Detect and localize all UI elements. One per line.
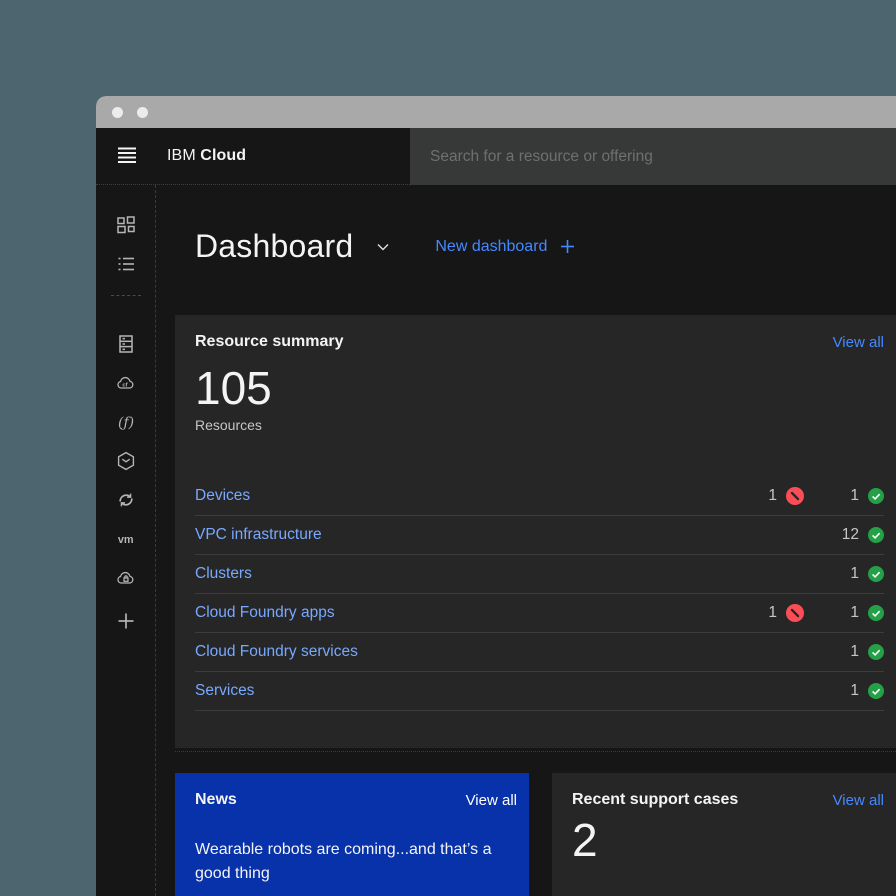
table-row: Cloud Foundry services 1 <box>195 633 884 672</box>
active-count: 1 <box>850 604 859 622</box>
bottom-cards-row: News View all Wearable robots are coming… <box>175 773 896 896</box>
kubernetes-icon[interactable] <box>116 451 136 471</box>
header-brand-area: IBM Cloud <box>96 128 410 185</box>
sidebar-divider <box>111 295 141 296</box>
resource-link-clusters[interactable]: Clusters <box>195 565 804 583</box>
table-row: VPC infrastructure 12 <box>195 516 884 555</box>
support-case-count: 2 <box>572 817 884 863</box>
app-header: IBM Cloud <box>96 128 896 185</box>
brand-bold: Cloud <box>200 147 246 164</box>
success-status-icon <box>868 488 884 504</box>
page-title-row: Dashboard New dashboard <box>175 228 896 265</box>
active-stat: 1 <box>804 643 884 661</box>
servers-icon[interactable] <box>116 334 136 354</box>
svg-text:vm: vm <box>117 534 133 546</box>
resource-summary-card: Resource summary View all 105 Resources … <box>175 315 896 748</box>
browser-titlebar <box>96 96 896 128</box>
failed-count: 1 <box>768 487 777 505</box>
new-dashboard-link[interactable]: New dashboard <box>435 238 547 256</box>
browser-window: IBM Cloud cf <box>96 96 896 896</box>
failed-count: 1 <box>768 604 777 622</box>
vpc-secure-cloud-icon[interactable] <box>116 568 136 588</box>
resource-summary-view-all-link[interactable]: View all <box>833 334 884 351</box>
brand-prefix: IBM <box>167 147 196 164</box>
active-count: 1 <box>850 643 859 661</box>
success-status-icon <box>868 644 884 660</box>
failed-status-icon <box>786 604 804 622</box>
svg-text:(ƒ): (ƒ) <box>118 415 134 431</box>
failed-stat: 1 <box>724 487 804 505</box>
news-card: News View all Wearable robots are coming… <box>175 773 529 896</box>
vm-icon[interactable]: vm <box>116 529 136 549</box>
table-row: Services 1 <box>195 672 884 711</box>
resource-total: 105 <box>195 365 884 411</box>
resource-total-label: Resources <box>195 417 884 433</box>
success-status-icon <box>868 566 884 582</box>
active-count: 1 <box>850 682 859 700</box>
support-title: Recent support cases <box>572 791 738 809</box>
active-stat: 12 <box>804 526 884 544</box>
table-row: Devices 1 1 <box>195 477 884 516</box>
table-row: Cloud Foundry apps 1 1 <box>195 594 884 633</box>
active-count: 1 <box>850 565 859 583</box>
left-rail: cf (ƒ) vm <box>96 185 156 896</box>
resource-link-services[interactable]: Services <box>195 682 804 700</box>
resource-link-cloud-foundry-apps[interactable]: Cloud Foundry apps <box>195 604 724 622</box>
page-title: Dashboard <box>195 228 353 265</box>
support-view-all-link[interactable]: View all <box>833 792 884 809</box>
support-card-header: Recent support cases View all <box>572 791 884 809</box>
resource-link-vpc-infrastructure[interactable]: VPC infrastructure <box>195 526 804 544</box>
resource-summary-title: Resource summary <box>195 333 344 351</box>
chevron-down-icon[interactable] <box>375 239 391 255</box>
active-stat: 1 <box>804 487 884 505</box>
functions-icon[interactable]: (ƒ) <box>116 412 136 432</box>
news-headline[interactable]: Wearable robots are coming...and that’s … <box>195 838 500 886</box>
failed-stat: 1 <box>724 604 804 622</box>
apps-icon[interactable] <box>116 215 136 235</box>
resource-link-cloud-foundry-services[interactable]: Cloud Foundry services <box>195 643 804 661</box>
success-status-icon <box>868 605 884 621</box>
active-stat: 1 <box>804 604 884 622</box>
layout-guide-line <box>175 751 896 752</box>
news-title: News <box>195 791 237 809</box>
success-status-icon <box>868 527 884 543</box>
active-count: 12 <box>842 526 859 544</box>
app-body: cf (ƒ) vm <box>96 185 896 896</box>
resource-summary-header: Resource summary View all <box>195 333 884 351</box>
table-row: Clusters 1 <box>195 555 884 594</box>
window-control-dot[interactable] <box>137 107 148 118</box>
news-view-all-link[interactable]: View all <box>466 792 517 809</box>
success-status-icon <box>868 683 884 699</box>
svg-text:cf: cf <box>122 383 127 389</box>
failed-status-icon <box>786 487 804 505</box>
support-cases-card: Recent support cases View all 2 <box>552 773 896 896</box>
window-control-dot[interactable] <box>112 107 123 118</box>
header-search-bar <box>410 128 896 185</box>
hamburger-icon <box>117 145 137 168</box>
sync-icon[interactable] <box>116 490 136 510</box>
active-count: 1 <box>850 487 859 505</box>
active-stat: 1 <box>804 565 884 583</box>
search-input[interactable] <box>430 148 896 166</box>
list-icon[interactable] <box>116 254 136 274</box>
menu-button[interactable] <box>117 145 137 168</box>
add-icon[interactable] <box>116 611 136 631</box>
resource-link-devices[interactable]: Devices <box>195 487 724 505</box>
active-stat: 1 <box>804 682 884 700</box>
brand-title: IBM Cloud <box>167 147 246 165</box>
main-content: Dashboard New dashboard Resource summary… <box>175 185 896 896</box>
resource-table: Devices 1 1 VPC infrastructure <box>195 477 884 711</box>
news-card-header: News View all <box>195 791 517 809</box>
plus-icon[interactable] <box>560 239 575 254</box>
cloud-foundry-icon[interactable]: cf <box>116 373 136 393</box>
